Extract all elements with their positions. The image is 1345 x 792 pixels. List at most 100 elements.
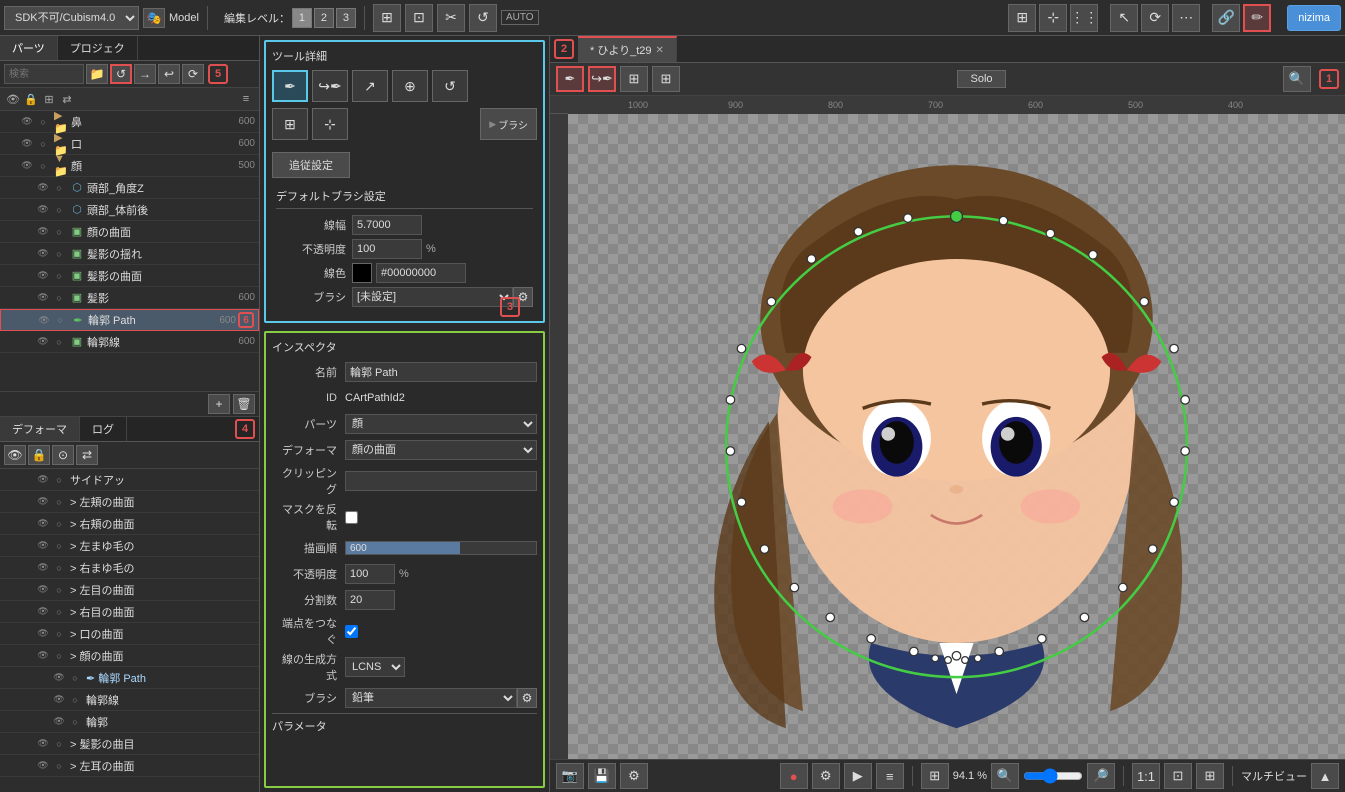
arrow-icon-btn[interactable]: → bbox=[134, 64, 156, 84]
link-icon-btn[interactable]: 🔗 bbox=[1212, 4, 1240, 32]
zoom-minus-btn[interactable]: 🔍 bbox=[991, 763, 1019, 789]
canvas-bottom-camera-btn[interactable]: 📷 bbox=[556, 763, 584, 789]
tab-parts[interactable]: パーツ bbox=[0, 36, 58, 60]
tab-project[interactable]: プロジェク bbox=[58, 36, 138, 60]
arrow-tool-btn[interactable]: ↗ bbox=[352, 70, 388, 102]
auto-btn[interactable]: ▶ ブラシ bbox=[480, 108, 537, 140]
settings2-btn[interactable]: ⚙ bbox=[812, 763, 840, 789]
opacity-input[interactable] bbox=[352, 239, 422, 259]
rect-tool-btn[interactable]: ⊞ bbox=[272, 108, 308, 140]
list-item[interactable]: 👁○ > 右頬の曲面 bbox=[0, 513, 259, 535]
canvas-pen-btn[interactable]: ✒ bbox=[556, 66, 584, 92]
list-item[interactable]: 👁○ ▣ 髪影 600 bbox=[0, 287, 259, 309]
canvas-pen2-btn[interactable]: ↪✒ bbox=[588, 66, 616, 92]
multiview-up-btn[interactable]: ▲ bbox=[1311, 763, 1339, 789]
list-item[interactable]: 👁○ > 左耳の曲面 bbox=[0, 755, 259, 777]
list-item[interactable]: 👁○ ▣ 輪郭線 600 bbox=[0, 331, 259, 353]
copy-icon-btn[interactable]: ⊞ bbox=[373, 4, 401, 32]
grid-icon-btn[interactable]: ⊞ bbox=[1008, 4, 1036, 32]
lock-header-icon[interactable]: 🔒 bbox=[22, 90, 40, 108]
cursor-icon-btn[interactable]: ↖ bbox=[1110, 4, 1138, 32]
paste-icon-btn[interactable]: ⊡ bbox=[405, 4, 433, 32]
pen2-tool-btn[interactable]: ↪✒ bbox=[312, 70, 348, 102]
swap-header-icon[interactable]: ⇄ bbox=[58, 90, 76, 108]
tab-close-btn[interactable]: ✕ bbox=[656, 45, 664, 56]
tab-deformer[interactable]: デフォーマ bbox=[0, 417, 80, 441]
insp-deformer-select[interactable]: 顔の曲面 bbox=[345, 440, 537, 460]
list-item[interactable]: 👁○ ▶📁 口 600 bbox=[0, 133, 259, 155]
list-item[interactable]: 👁○ ▶📁 鼻 600 bbox=[0, 111, 259, 133]
menu-btn[interactable]: ≡ bbox=[876, 763, 904, 789]
def-lock-btn[interactable]: 🔒 bbox=[28, 445, 50, 465]
grid2-icon-btn[interactable]: ⋮⋮ bbox=[1070, 4, 1098, 32]
expand-header-icon[interactable]: ⊞ bbox=[40, 90, 58, 108]
solo-btn[interactable]: Solo bbox=[957, 70, 1005, 88]
list-item[interactable]: 👁○ ▣ 髪影の揺れ bbox=[0, 243, 259, 265]
record-btn[interactable]: ● bbox=[780, 763, 808, 789]
undo-icon-btn[interactable]: ↩ bbox=[158, 64, 180, 84]
level3-btn[interactable]: 3 bbox=[336, 8, 356, 28]
insp-name-input[interactable] bbox=[345, 362, 537, 382]
grid-view-btn[interactable]: ⊞ bbox=[1196, 763, 1224, 789]
tab-log[interactable]: ログ bbox=[80, 417, 127, 441]
dots-icon-btn[interactable]: ⋯ bbox=[1172, 4, 1200, 32]
selected-list-item[interactable]: 👁○ ✒ 輪郭 Path 600 6 bbox=[0, 309, 259, 331]
zoom-plus-btn[interactable]: 🔎 bbox=[1087, 763, 1115, 789]
aspect-btn[interactable]: ⊡ bbox=[1164, 763, 1192, 789]
insp-mask-checkbox[interactable] bbox=[345, 511, 358, 524]
color-swatch[interactable] bbox=[352, 263, 372, 283]
sdk-dropdown[interactable]: SDK不可/Cubism4.0 bbox=[4, 6, 139, 30]
transform-icon-btn[interactable]: ✂ bbox=[437, 4, 465, 32]
canvas-grid-btn[interactable]: ⊞ bbox=[652, 66, 680, 92]
list-item[interactable]: 👁○ > 髪影の曲目 bbox=[0, 733, 259, 755]
list-item[interactable]: 👁○ ⬡ 頭部_体前後 bbox=[0, 199, 259, 221]
menu-header-icon[interactable]: ≡ bbox=[237, 90, 255, 108]
fit-btn[interactable]: ⊞ bbox=[921, 763, 949, 789]
color-input[interactable] bbox=[376, 263, 466, 283]
list-item[interactable]: 👁○ ⬡ 頭部_角度Z bbox=[0, 177, 259, 199]
list-item[interactable]: 👁○ > 左頬の曲面 bbox=[0, 491, 259, 513]
list-item[interactable]: 👁○ > 右まゆ毛の bbox=[0, 557, 259, 579]
ratio-btn[interactable]: 1:1 bbox=[1132, 763, 1160, 789]
level1-btn[interactable]: 1 bbox=[292, 8, 312, 28]
brush-select[interactable]: [未設定] bbox=[352, 287, 513, 307]
rotate-icon-btn[interactable]: ↺ bbox=[469, 4, 497, 32]
list-item[interactable]: 👁○ 輪郭 bbox=[0, 711, 259, 733]
insp-clipping-input[interactable] bbox=[345, 471, 537, 491]
magnet-tool-btn[interactable]: ⊕ bbox=[392, 70, 428, 102]
list-item[interactable]: 👁○ > 左まゆ毛の bbox=[0, 535, 259, 557]
width-input[interactable] bbox=[352, 215, 422, 235]
eye-header-icon[interactable]: 👁 bbox=[4, 90, 22, 108]
folder-icon-btn[interactable]: 📁 bbox=[86, 64, 108, 84]
list-item[interactable]: 👁○ > 口の曲面 bbox=[0, 623, 259, 645]
list-item[interactable]: 👁○ > 顔の曲面 bbox=[0, 645, 259, 667]
def-eye-btn[interactable]: 👁 bbox=[4, 445, 26, 465]
list-item[interactable]: 👁○ 輪郭線 bbox=[0, 689, 259, 711]
zoom-slider[interactable] bbox=[1023, 768, 1083, 784]
rotate-tool-btn[interactable]: ↺ bbox=[432, 70, 468, 102]
canvas-tab-main[interactable]: * ひより_t29 ✕ bbox=[578, 36, 677, 62]
list-item[interactable]: 👁○ ▼📁 顔 500 bbox=[0, 155, 259, 177]
insp-opacity-input[interactable] bbox=[345, 564, 395, 584]
canvas-bottom-save-btn[interactable]: 💾 bbox=[588, 763, 616, 789]
rotate2-icon-btn[interactable]: ⟳ bbox=[1141, 4, 1169, 32]
list-item[interactable]: 👁○ ▣ 顔の曲面 bbox=[0, 221, 259, 243]
list-item[interactable]: 👁○ ✒ 輪郭 Path bbox=[0, 667, 259, 689]
pen-tool-btn[interactable]: ✒ bbox=[272, 70, 308, 102]
refresh-icon-btn[interactable]: ⟳ bbox=[182, 64, 204, 84]
insp-brush-settings-btn[interactable]: ⚙ bbox=[517, 688, 537, 708]
canvas-zoom-btn[interactable]: 🔍 bbox=[1283, 66, 1311, 92]
insp-divisions-input[interactable] bbox=[345, 590, 395, 610]
canvas-mesh-btn[interactable]: ⊞ bbox=[620, 66, 648, 92]
select-icon-btn[interactable]: ⊹ bbox=[1039, 4, 1067, 32]
insp-connect-checkbox[interactable] bbox=[345, 625, 358, 638]
insp-parts-select[interactable]: 顔 bbox=[345, 414, 537, 434]
list-item[interactable]: 👁○ ▣ 髪影の曲面 bbox=[0, 265, 259, 287]
add-icon-btn[interactable]: + bbox=[208, 394, 230, 414]
level2-btn[interactable]: 2 bbox=[314, 8, 334, 28]
parts-search[interactable] bbox=[4, 64, 84, 84]
pen-highlighted-btn[interactable]: ✏ bbox=[1243, 4, 1271, 32]
list-item[interactable]: 👁○ > 左目の曲面 bbox=[0, 579, 259, 601]
insp-brush-select[interactable]: 鉛筆 bbox=[345, 688, 517, 708]
def-circle-btn[interactable]: ⊙ bbox=[52, 445, 74, 465]
